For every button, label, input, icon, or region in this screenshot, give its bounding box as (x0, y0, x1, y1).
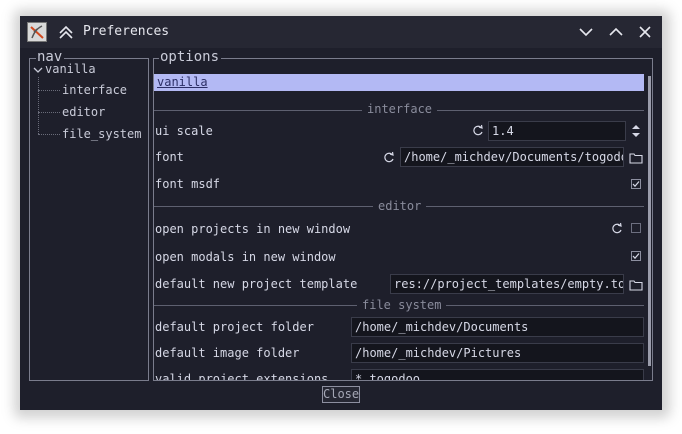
close-window-icon[interactable] (637, 24, 653, 40)
chevron-down-icon[interactable] (33, 65, 43, 75)
minimize-icon[interactable] (578, 24, 594, 40)
tree-item-file-system[interactable]: file_system (62, 127, 141, 141)
open-projects-checkbox[interactable] (631, 223, 641, 233)
project-folder-input[interactable]: /home/_michdev/Documents (351, 317, 644, 337)
checkmark-icon (632, 253, 640, 260)
font-path-input[interactable]: /home/_michdev/Documents/togodoo (400, 147, 624, 167)
open-projects-label: open projects in new window (155, 222, 351, 236)
extensions-input[interactable]: *.togodoo (351, 369, 644, 380)
app-icon (27, 22, 47, 42)
ui-scale-input[interactable]: 1.4 (488, 121, 626, 141)
reset-icon[interactable] (610, 222, 624, 236)
folder-icon[interactable] (629, 151, 643, 165)
maximize-icon[interactable] (608, 24, 624, 40)
open-modals-checkbox[interactable] (631, 251, 641, 261)
tree-item-editor[interactable]: editor (62, 105, 105, 119)
font-msdf-checkbox[interactable] (631, 179, 641, 189)
image-folder-label: default image folder (155, 346, 300, 360)
options-clip: valid project extensions *.togodoo (154, 366, 646, 380)
template-label: default new project template (155, 277, 358, 291)
font-msdf-label: font msdf (155, 177, 221, 191)
checkmark-icon (632, 181, 640, 188)
scrollbar-thumb[interactable] (648, 76, 651, 366)
preferences-window: Preferences nav vanilla interface editor… (20, 16, 662, 410)
editor-section-title: editor (373, 200, 427, 212)
close-button[interactable]: Close (322, 386, 360, 403)
font-label: font (155, 150, 184, 164)
tree-item-interface[interactable]: interface (62, 83, 127, 97)
file-system-section-title: file system (357, 299, 447, 311)
spinner-arrows-icon[interactable] (629, 122, 643, 140)
project-folder-label: default project folder (155, 320, 314, 334)
window-title: Preferences (83, 24, 170, 39)
open-modals-label: open modals in new window (155, 250, 336, 264)
tree-root-vanilla[interactable]: vanilla (45, 62, 96, 76)
image-folder-input[interactable]: /home/_michdev/Pictures (351, 343, 644, 363)
reset-icon[interactable] (471, 124, 485, 138)
folder-icon[interactable] (629, 278, 643, 292)
selected-profile-row[interactable]: vanilla (154, 74, 644, 91)
tree-guide (38, 77, 39, 134)
selected-profile-label: vanilla (157, 75, 208, 89)
template-path-input[interactable]: res://project_templates/empty.togo (390, 274, 624, 294)
title-bar[interactable]: Preferences (20, 16, 662, 48)
extensions-label: valid project extensions (155, 372, 329, 380)
options-legend: options (159, 49, 222, 65)
ui-scale-label: ui scale (155, 124, 213, 138)
reset-icon[interactable] (382, 151, 396, 165)
interface-section-title: interface (362, 103, 438, 115)
keep-above-icon[interactable] (58, 24, 74, 40)
